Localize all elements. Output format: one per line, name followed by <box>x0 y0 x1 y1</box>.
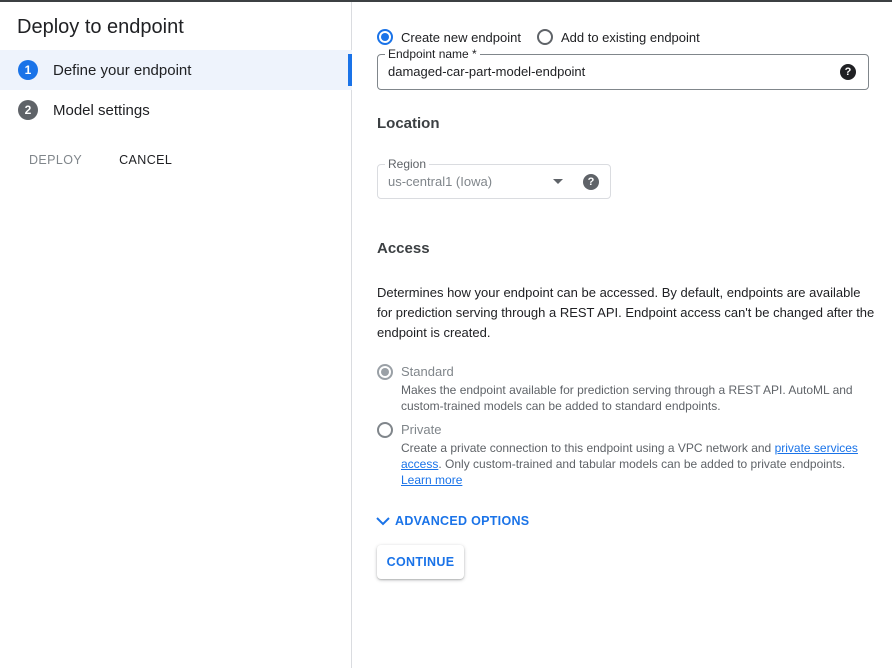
endpoint-mode-group: Create new endpoint Add to existing endp… <box>377 29 700 45</box>
arrow-drop-down-icon <box>553 179 563 184</box>
create-new-endpoint-radio[interactable] <box>377 29 393 45</box>
stepper-panel: Deploy to endpoint 1 Define your endpoin… <box>0 2 352 668</box>
region-legend: Region <box>385 157 430 171</box>
panel-title: Deploy to endpoint <box>17 16 184 38</box>
endpoint-name-input[interactable]: damaged-car-part-model-endpoint <box>388 64 585 79</box>
access-description: Determines how your endpoint can be acce… <box>377 285 875 340</box>
standard-title: Standard <box>401 364 454 379</box>
continue-button[interactable]: CONTINUE <box>377 545 464 579</box>
advanced-options-toggle[interactable]: ADVANCED OPTIONS <box>376 514 529 528</box>
location-heading: Location <box>377 115 440 132</box>
private-title: Private <box>401 422 442 437</box>
step-label: Define your endpoint <box>53 61 192 79</box>
help-circle-icon[interactable]: ? <box>840 64 856 80</box>
add-existing-endpoint-radio[interactable] <box>536 29 553 45</box>
help-circle-icon[interactable]: ? <box>583 174 599 190</box>
standard-radio <box>377 364 393 380</box>
create-new-endpoint-label[interactable]: Create new endpoint <box>401 30 521 45</box>
add-existing-endpoint-label[interactable]: Add to existing endpoint <box>561 30 700 45</box>
deploy-button[interactable]: DEPLOY <box>29 153 82 167</box>
step-define-endpoint[interactable]: 1 Define your endpoint <box>0 50 352 90</box>
private-description: Create a private connection to this endp… <box>401 440 871 488</box>
private-desc-text-after: . Only custom-trained and tabular models… <box>438 457 846 471</box>
standard-description: Makes the endpoint available for predict… <box>401 383 853 413</box>
step-label: Model settings <box>53 101 150 119</box>
active-step-indicator <box>348 54 352 86</box>
access-heading: Access <box>377 240 430 257</box>
cancel-button[interactable]: CANCEL <box>119 153 172 167</box>
endpoint-form: Create new endpoint Add to existing endp… <box>353 2 892 668</box>
endpoint-name-field[interactable]: Endpoint name * damaged-car-part-model-e… <box>377 47 869 90</box>
region-value: us-central1 (Iowa) <box>388 174 493 189</box>
endpoint-name-legend: Endpoint name * <box>385 47 480 61</box>
chevron-down-icon <box>376 517 390 526</box>
private-radio[interactable] <box>377 422 393 438</box>
step-number-badge: 1 <box>18 60 38 80</box>
advanced-options-label: ADVANCED OPTIONS <box>395 514 530 528</box>
private-desc-text: Create a private connection to this endp… <box>401 441 775 455</box>
step-model-settings[interactable]: 2 Model settings <box>0 90 352 130</box>
step-number-badge: 2 <box>18 100 38 120</box>
learn-more-link[interactable]: Learn more <box>401 473 462 487</box>
region-select: Region us-central1 (Iowa) ? <box>377 157 611 199</box>
stepper-actions: DEPLOY CANCEL <box>29 153 172 167</box>
